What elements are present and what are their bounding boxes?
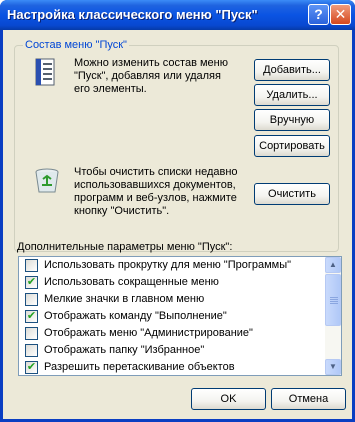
checkbox[interactable]: [25, 327, 38, 340]
list-item-label: Отображать папку "Избранное": [44, 344, 205, 356]
window-title: Настройка классического меню "Пуск": [7, 7, 258, 22]
checkbox[interactable]: ✔: [25, 361, 38, 374]
thumb-grip: [330, 299, 338, 300]
scroll-down-icon[interactable]: ▼: [325, 359, 341, 375]
customize-desc-line: его элементы.: [74, 83, 147, 95]
list-item[interactable]: Мелкие значки в главном меню: [19, 291, 324, 308]
list-item-label: Использовать сокращенные меню: [44, 276, 219, 288]
list-item[interactable]: ✔ Использовать сокращенные меню: [19, 274, 324, 291]
list-item[interactable]: Использовать прокрутку для меню "Програм…: [19, 257, 324, 274]
list-item-label: Использовать прокрутку для меню "Програм…: [44, 259, 292, 271]
clear-desc-line: кнопку "Очистить".: [74, 205, 170, 217]
checkbox[interactable]: [25, 344, 38, 357]
scroll-thumb[interactable]: [325, 274, 341, 326]
title-bar[interactable]: Настройка классического меню "Пуск" ? ✕: [0, 0, 355, 30]
list-item[interactable]: ✔ Разрешить перетаскивание объектов: [19, 359, 324, 376]
list-item-label: Мелкие значки в главном меню: [44, 293, 205, 305]
list-item[interactable]: Отображать меню "Администрирование": [19, 325, 324, 342]
clear-description: Чтобы очистить списки недавно использова…: [74, 166, 238, 218]
customize-desc-line: Можно изменить состав меню: [74, 57, 228, 69]
clear-button[interactable]: Очистить: [254, 183, 330, 205]
clear-desc-line: использовавшихся документов,: [74, 179, 236, 191]
list-item[interactable]: ✔ Отображать команду "Выполнение": [19, 308, 324, 325]
checkbox[interactable]: [25, 293, 38, 306]
manual-button[interactable]: Вручную: [254, 109, 330, 131]
thumb-grip: [330, 303, 338, 304]
vertical-scrollbar[interactable]: ▲ ▼: [325, 257, 341, 375]
sort-button[interactable]: Сортировать: [254, 135, 330, 157]
advanced-options-label: Дополнительные параметры меню "Пуск":: [17, 241, 233, 253]
groupbox-title: Состав меню "Пуск": [23, 39, 129, 51]
clear-desc-line: программ и веб-узлов, нажмите: [74, 192, 237, 204]
dialog-window: Настройка классического меню "Пуск" ? ✕ …: [0, 0, 355, 422]
list-item[interactable]: Отображать папку "Избранное": [19, 342, 324, 359]
help-button[interactable]: ?: [308, 4, 329, 25]
scroll-up-icon[interactable]: ▲: [325, 257, 341, 273]
close-button[interactable]: ✕: [330, 4, 351, 25]
thumb-grip: [330, 297, 338, 298]
checkbox[interactable]: [25, 259, 38, 272]
customize-description: Можно изменить состав меню "Пуск", добав…: [74, 57, 228, 96]
ok-button[interactable]: OK: [191, 388, 266, 410]
checkbox[interactable]: ✔: [25, 310, 38, 323]
clear-desc-line: Чтобы очистить списки недавно: [74, 166, 238, 178]
advanced-options-list[interactable]: Использовать прокрутку для меню "Програм…: [18, 256, 342, 376]
list-item-label: Отображать команду "Выполнение": [44, 310, 227, 322]
recycle-bin-icon: [35, 168, 59, 193]
cancel-button[interactable]: Отмена: [271, 388, 346, 410]
add-button[interactable]: Добавить...: [254, 59, 330, 81]
customize-desc-line: "Пуск", добавляя или удаляя: [74, 70, 221, 82]
remove-button[interactable]: Удалить...: [254, 84, 330, 106]
checkbox[interactable]: ✔: [25, 276, 38, 289]
thumb-grip: [330, 301, 338, 302]
dialog-body: Состав меню "Пуск" Можно изменить состав…: [3, 30, 352, 419]
start-menu-icon: [35, 58, 55, 86]
list-item-label: Разрешить перетаскивание объектов: [44, 361, 235, 373]
list-item-label: Отображать меню "Администрирование": [44, 327, 253, 339]
